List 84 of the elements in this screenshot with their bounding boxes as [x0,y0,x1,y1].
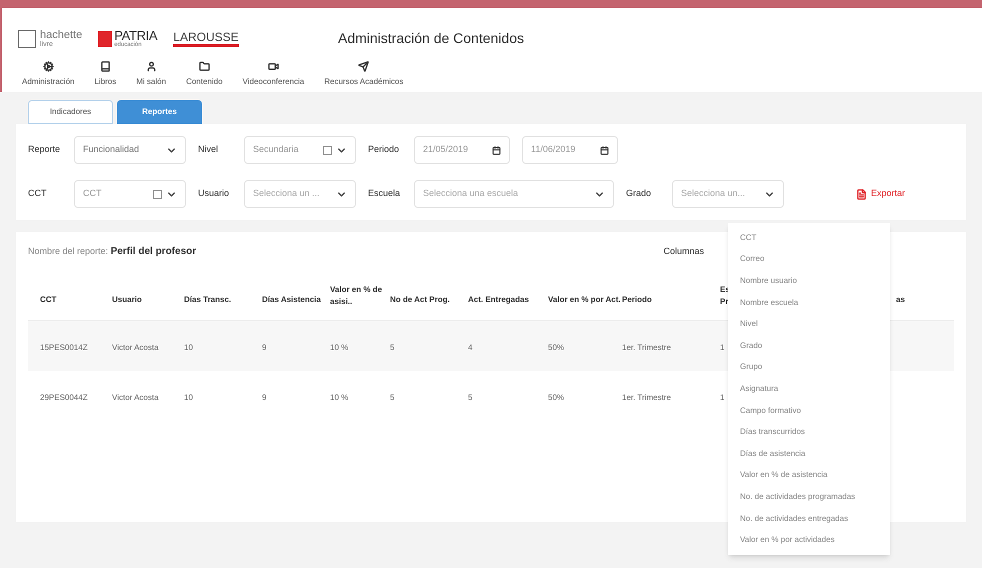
user-icon [146,61,157,72]
dropdown-option[interactable]: Grado [728,334,890,357]
table-cell: 9 [262,393,266,402]
book-icon [100,61,111,72]
select-field[interactable]: Selecciona un ... [244,180,356,208]
filter-label: Grado [626,187,652,200]
table-cell: 50% [548,393,564,402]
table-cell: 15PES0014Z [40,343,88,352]
checkbox[interactable] [323,146,332,154]
filter-label: Usuario [198,187,230,200]
column-header: Periodo [622,294,652,306]
table-cell: 9 [262,343,266,352]
calendar-icon [600,146,609,154]
nav-item[interactable]: Mi salón [136,61,166,88]
select-field[interactable]: Secundaria [244,136,356,164]
checkbox[interactable] [153,190,162,198]
nav-item[interactable]: Recursos Académicos [324,61,404,88]
file-icon [856,188,867,200]
table-cell: Victor Acosta [112,343,159,352]
date-field[interactable]: 11/06/2019 [522,136,618,164]
column-header: as [896,294,905,306]
table-cell: 29PES0044Z [40,393,88,402]
table-cell: 50% [548,343,564,352]
nav-item[interactable]: Libros [94,61,116,88]
tab[interactable]: Indicadores [28,100,113,124]
table-cell: 10 % [330,393,348,402]
table-cell: 1er. Trimestre [622,343,671,352]
select-field[interactable]: Funcionalidad [74,136,186,164]
columns-label: Columnas [663,244,704,258]
dropdown-option[interactable]: Nombre escuela [728,292,890,314]
column-header: Valor en % de asisi.. [330,284,384,308]
table-cell: 10 [184,343,193,352]
table-cell: 5 [468,393,472,402]
select-field[interactable]: Selecciona un... [672,180,784,208]
filter-label: CCT [28,187,48,200]
column-header: No de Act Prog. [390,294,450,306]
select-field[interactable]: CCT [74,180,186,208]
filter-label: Reporte [28,143,62,156]
table-cell: 1 [720,343,724,352]
dropdown-option[interactable]: Asignatura [728,378,890,400]
dropdown-option[interactable]: Nivel [728,313,890,335]
column-header: Act. Entregadas [468,294,529,306]
filter-label: Periodo [368,143,400,156]
column-header: Usuario [112,294,142,306]
table-cell: 1 [720,393,724,402]
report-name: Nombre del reporte: Perfil del profesor [28,245,196,259]
gears-icon [42,61,54,72]
table-cell: 10 [184,393,193,402]
dropdown-option[interactable]: No. de actividades entregadas [728,508,890,530]
filter-label: Escuela [368,187,402,200]
table-cell: Victor Acosta [112,393,159,402]
select-field[interactable]: Selecciona una escuela [414,180,614,208]
nav-item[interactable]: Administración [22,61,74,88]
column-header: CCT [40,294,56,306]
nav-item[interactable]: Contenido [186,61,223,88]
publisher-logo: LAROUSSE [173,30,239,46]
video-camera-icon [268,61,279,72]
folder-icon [198,61,210,72]
dropdown-option[interactable]: Valor en % de asistencia [728,464,890,486]
calendar-icon [492,146,501,154]
dropdown-option[interactable]: Valor en % por actividades [728,529,890,551]
table-cell: 1er. Trimestre [622,393,671,402]
table-cell: 4 [468,343,472,352]
export-link[interactable]: Exportar [856,187,906,201]
paper-plane-icon [358,61,370,72]
filter-label: Nivel [198,143,220,156]
dropdown-option[interactable]: Días transcurridos [728,421,890,443]
date-field[interactable]: 21/05/2019 [414,136,510,164]
nav-item[interactable]: Videoconferencia [242,61,304,88]
dropdown-option[interactable]: Grupo [728,356,890,378]
page-title: Administración de Contenidos [338,29,524,48]
tab[interactable]: Reportes [117,100,202,124]
table-cell: 10 % [330,343,348,352]
dropdown-option[interactable]: Campo formativo [728,400,890,422]
column-header: Valor en % por Act. [548,294,621,306]
column-header: Días Asistencia [262,294,321,306]
dropdown-option[interactable]: CCT [728,227,890,249]
dropdown-option[interactable]: Correo [728,248,890,270]
table-cell: 5 [390,393,394,402]
column-header: Días Transc. [184,294,232,306]
dropdown-option[interactable]: Días de asistencia [728,442,890,465]
table-cell: 5 [390,343,394,352]
dropdown-option[interactable]: Nombre usuario [728,270,890,292]
dropdown-option[interactable]: No. de actividades programadas [728,486,890,508]
